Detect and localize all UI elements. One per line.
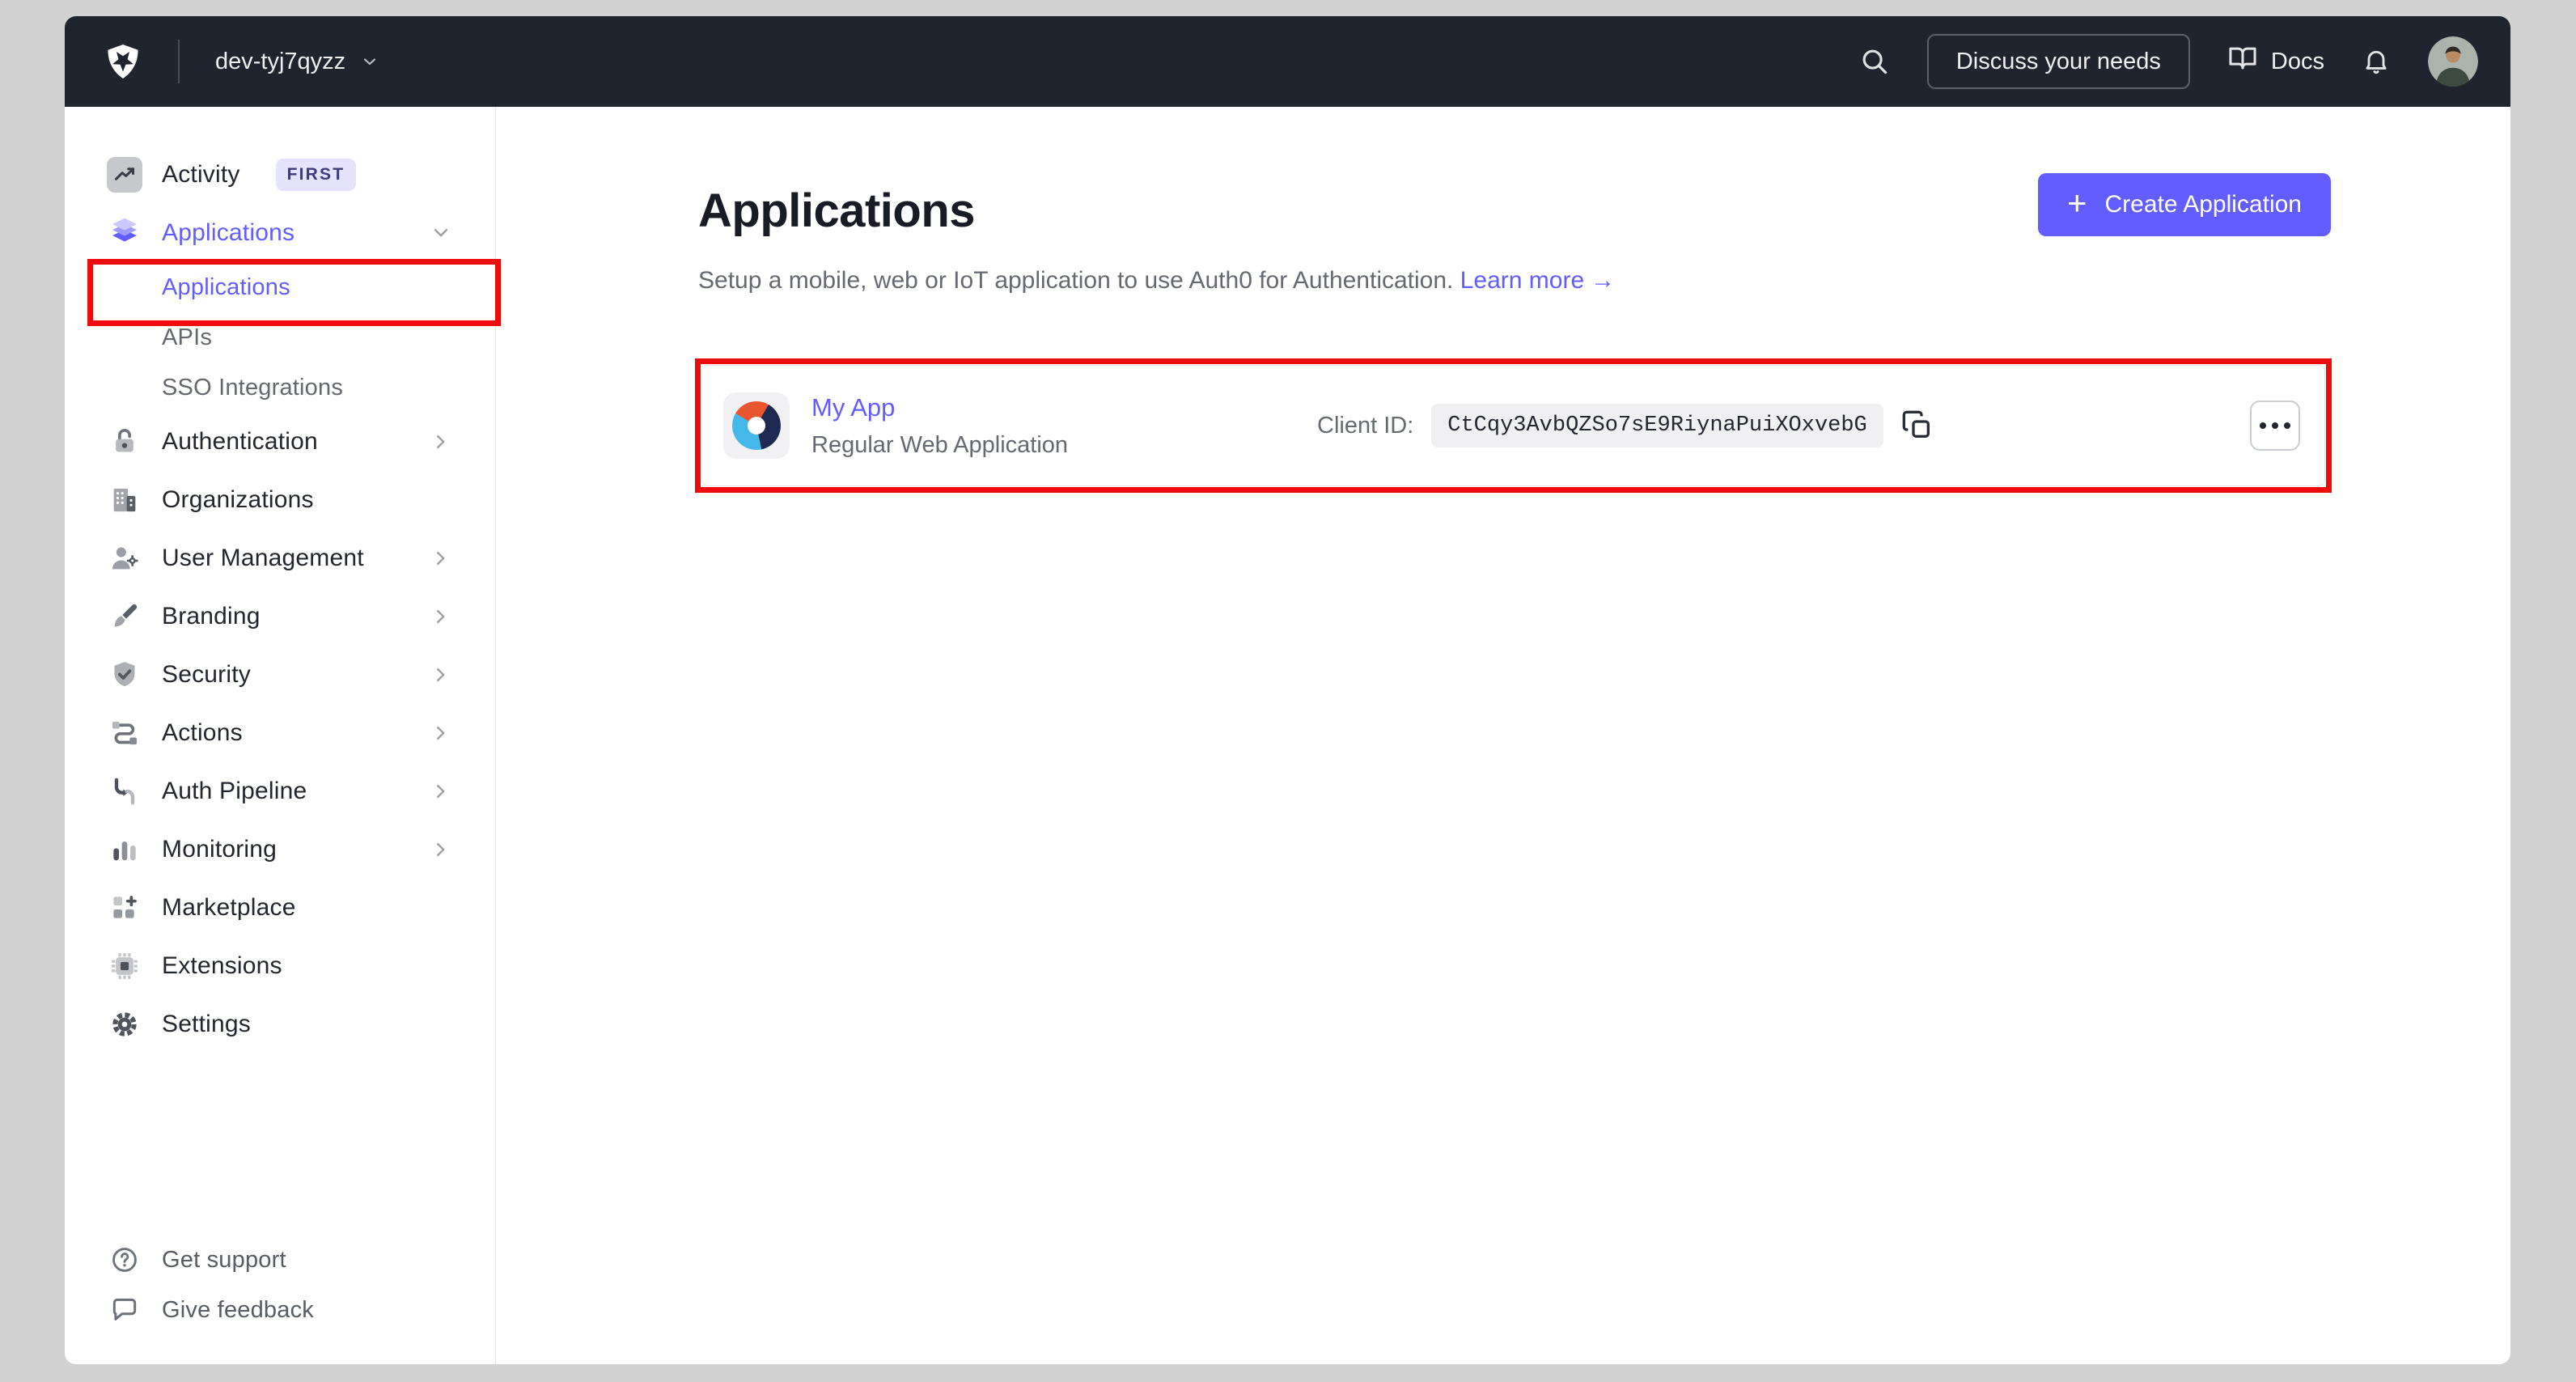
book-icon: [2227, 43, 2258, 80]
sidebar-item-authentication[interactable]: Authentication: [65, 413, 495, 471]
sidebar-item-label: User Management: [162, 545, 364, 571]
arrow-right-icon: →: [1591, 267, 1616, 294]
sidebar-item-applications-group[interactable]: Applications: [65, 204, 495, 262]
get-support-link[interactable]: Get support: [65, 1235, 495, 1285]
chevron-down-icon: [360, 52, 379, 71]
chevron-right-icon: [429, 721, 453, 745]
sidebar-item-monitoring[interactable]: Monitoring: [65, 820, 495, 879]
shield-check-icon: [107, 657, 142, 693]
sidebar-item-label: Security: [162, 661, 251, 688]
bell-icon[interactable]: [2362, 47, 2391, 76]
sidebar-item-actions[interactable]: Actions: [65, 704, 495, 762]
user-avatar[interactable]: [2428, 36, 2478, 87]
subtitle-text: Setup a mobile, web or IoT application t…: [698, 267, 1454, 294]
first-badge: FIRST: [275, 159, 357, 191]
app-name-link[interactable]: My App: [811, 393, 1068, 422]
page-subtitle: Setup a mobile, web or IoT application t…: [698, 267, 2331, 295]
sidebar-item-apis[interactable]: APIs: [65, 312, 495, 362]
chevron-right-icon: [429, 546, 453, 570]
chevron-right-icon: [429, 837, 453, 862]
sidebar-item-auth-pipeline[interactable]: Auth Pipeline: [65, 762, 495, 820]
sidebar-item-user-management[interactable]: User Management: [65, 529, 495, 587]
building-icon: [107, 482, 142, 518]
speech-bubble-icon: [107, 1292, 142, 1328]
sidebar-item-marketplace[interactable]: Marketplace: [65, 879, 495, 937]
give-feedback-link[interactable]: Give feedback: [65, 1285, 495, 1335]
app-type-label: Regular Web Application: [811, 431, 1069, 458]
plus-icon: +: [2066, 184, 2087, 222]
sidebar-item-sso-integrations[interactable]: SSO Integrations: [65, 362, 495, 413]
help-circle-icon: [107, 1242, 142, 1278]
chevron-right-icon: [429, 604, 453, 629]
sidebar-item-branding[interactable]: Branding: [65, 587, 495, 646]
lock-icon: [107, 424, 142, 460]
main-content: Applications Setup a mobile, web or IoT …: [497, 107, 2510, 1364]
sidebar-item-applications[interactable]: Applications: [65, 262, 495, 312]
sidebar-item-label: Monitoring: [162, 836, 278, 863]
chevron-right-icon: [429, 779, 453, 803]
sidebar-item-organizations[interactable]: Organizations: [65, 471, 495, 529]
layers-icon: [107, 215, 142, 251]
sidebar-item-extensions[interactable]: Extensions: [65, 937, 495, 995]
copy-icon[interactable]: [1901, 409, 1934, 442]
flow-icon: [107, 715, 142, 751]
paintbrush-icon: [107, 599, 142, 634]
app-logo-donut: [732, 401, 781, 450]
sidebar-item-label: Marketplace: [162, 894, 296, 921]
brand: dev-tyj7qyzz: [104, 40, 379, 83]
tenant-name: dev-tyj7qyzz: [215, 48, 346, 74]
sidebar-item-label: SSO Integrations: [162, 374, 344, 401]
footer-item-label: Give feedback: [162, 1296, 314, 1323]
sidebar-item-activity[interactable]: Activity FIRST: [65, 146, 495, 204]
sidebar-item-label: Extensions: [162, 952, 282, 979]
topbar-divider: [178, 40, 180, 83]
footer-item-label: Get support: [162, 1246, 286, 1273]
sidebar-item-label: Organizations: [162, 486, 314, 513]
sidebar-item-label: Auth Pipeline: [162, 778, 307, 804]
pipeline-icon: [107, 774, 142, 809]
sidebar-item-label: Activity: [162, 161, 240, 188]
chevron-right-icon: [429, 430, 453, 454]
sidebar-item-label: Settings: [162, 1011, 251, 1037]
client-id-group: Client ID: CtCqy3AvbQZSo7sE9RiynaPuiXOxv…: [1317, 404, 1934, 447]
sidebar-item-label: Applications: [162, 273, 290, 300]
sidebar-item-settings[interactable]: Settings: [65, 995, 495, 1053]
app-logo-icon: [723, 392, 790, 459]
topbar-actions: Discuss your needs Docs: [1859, 34, 2478, 89]
bar-chart-icon: [107, 832, 142, 867]
app-window: dev-tyj7qyzz Discuss your needs Docs Act…: [65, 16, 2510, 1364]
more-options-button[interactable]: [2250, 401, 2300, 451]
sidebar-item-label: APIs: [162, 324, 213, 350]
create-application-label: Create Application: [2104, 191, 2303, 218]
grid-plus-icon: [107, 890, 142, 926]
topbar: dev-tyj7qyzz Discuss your needs Docs: [65, 16, 2510, 107]
sidebar-item-security[interactable]: Security: [65, 646, 495, 704]
sidebar: Activity FIRST Applications Applications…: [65, 107, 496, 1364]
application-row[interactable]: My App Regular Web Application Client ID…: [701, 365, 2325, 486]
tenant-switcher[interactable]: dev-tyj7qyzz: [215, 49, 379, 75]
gear-icon: [107, 1007, 142, 1042]
activity-chart-icon: [107, 157, 142, 193]
chevron-down-icon: [429, 221, 453, 245]
sidebar-item-label: Applications: [162, 219, 295, 246]
chevron-right-icon: [429, 663, 453, 687]
sidebar-item-label: Actions: [162, 719, 243, 746]
create-application-button[interactable]: + Create Application: [2037, 173, 2331, 236]
app-meta: My App Regular Web Application: [811, 393, 1068, 459]
chip-icon: [107, 948, 142, 984]
docs-label: Docs: [2270, 48, 2324, 74]
search-icon[interactable]: [1859, 46, 1890, 77]
sidebar-nav: Activity FIRST Applications Applications…: [65, 107, 495, 1053]
docs-link[interactable]: Docs: [2227, 43, 2324, 80]
user-gear-icon: [107, 541, 142, 576]
client-id-value: CtCqy3AvbQZSo7sE9RiynaPuiXOxvebG: [1431, 404, 1883, 447]
sidebar-item-label: Branding: [162, 603, 261, 630]
sidebar-item-label: Authentication: [162, 428, 318, 455]
auth0-logo-icon[interactable]: [104, 40, 142, 83]
sidebar-footer: Get support Give feedback: [65, 1235, 495, 1335]
learn-more-link[interactable]: Learn more: [1460, 267, 1584, 294]
client-id-label: Client ID:: [1317, 412, 1414, 439]
discuss-your-needs-button[interactable]: Discuss your needs: [1926, 34, 2190, 89]
